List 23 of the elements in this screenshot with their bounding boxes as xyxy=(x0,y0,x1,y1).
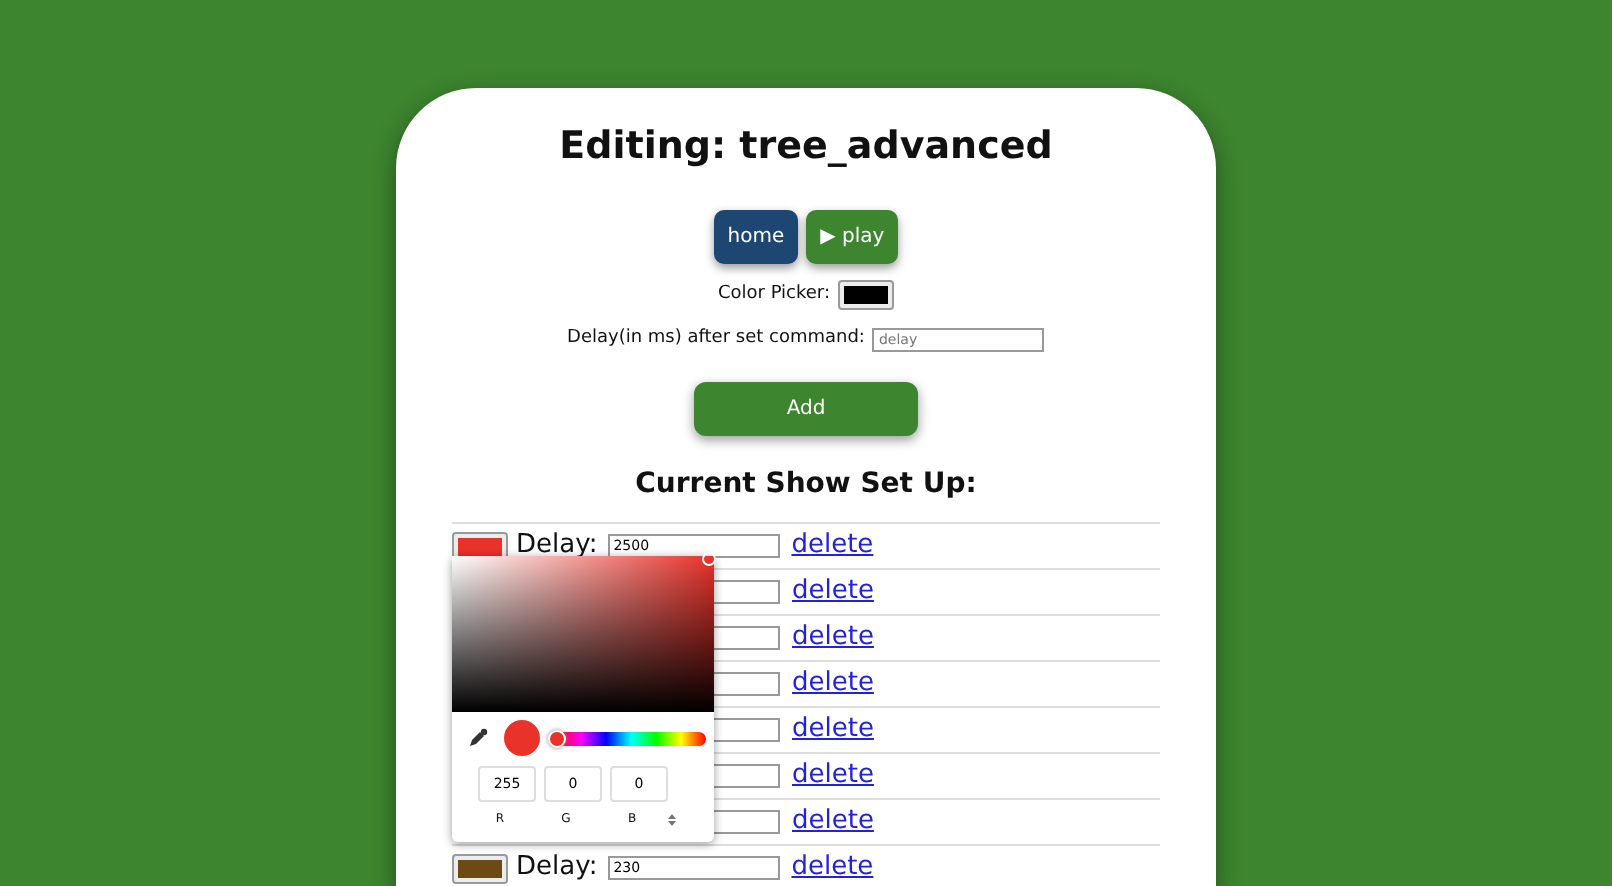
home-button[interactable]: home xyxy=(713,209,799,264)
delete-link[interactable]: delete xyxy=(792,618,874,658)
delay-label: Delay: xyxy=(516,850,598,886)
color-swatch[interactable] xyxy=(452,853,508,884)
saturation-area[interactable] xyxy=(452,556,714,713)
delete-link[interactable]: delete xyxy=(792,802,874,842)
color-swatch[interactable] xyxy=(838,279,895,310)
delete-link[interactable]: delete xyxy=(792,572,874,612)
section-title: Current Show Set Up: xyxy=(633,468,979,503)
delete-link[interactable]: delete xyxy=(792,664,874,704)
delete-link[interactable]: delete xyxy=(791,526,874,566)
delay-label: Delay: xyxy=(516,528,598,565)
delete-link[interactable]: delete xyxy=(792,710,874,750)
toggle-icon[interactable] xyxy=(668,813,676,826)
page-title: Editing: tree_advanced xyxy=(557,124,1055,170)
add-button[interactable]: Add xyxy=(694,382,918,437)
eyedropper-icon[interactable] xyxy=(468,728,488,749)
delete-link[interactable]: delete xyxy=(792,756,874,796)
color-picker-label: Color Picker: xyxy=(717,281,831,308)
hue-thumb[interactable] xyxy=(548,729,566,748)
play-button[interactable]: ▶ play xyxy=(806,209,899,264)
delete-link[interactable]: delete xyxy=(791,848,874,886)
delay-label: Delay(in ms) after set command: xyxy=(567,325,865,352)
